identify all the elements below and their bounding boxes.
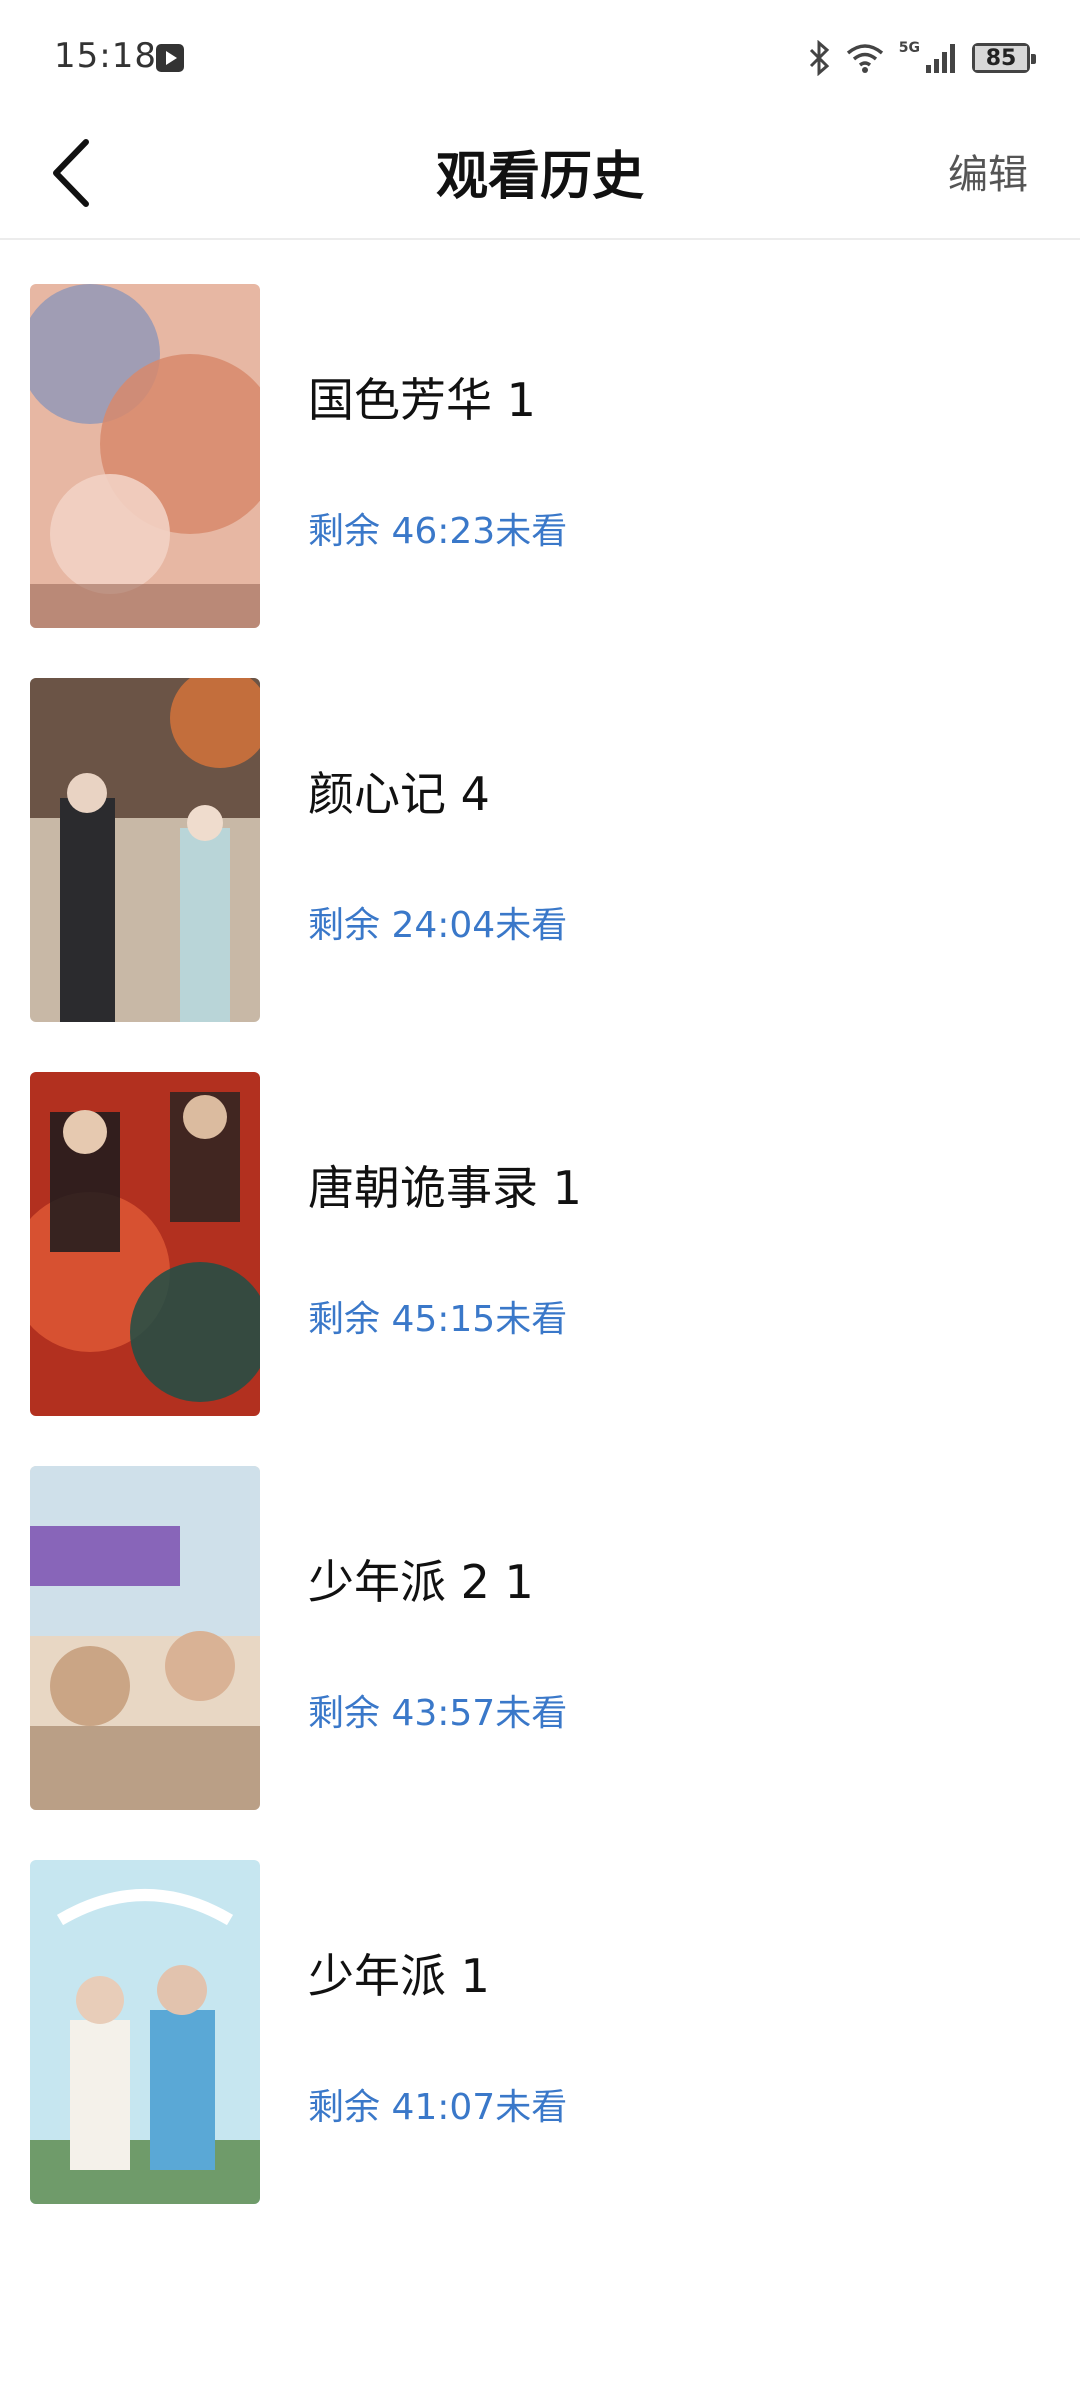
wifi-icon <box>846 44 883 73</box>
poster-image <box>30 678 260 1022</box>
item-progress: 剩余 46:23未看 <box>308 511 568 552</box>
poster-image <box>30 1072 260 1416</box>
header: 观看历史 编辑 <box>0 110 1080 240</box>
edit-button[interactable]: 编辑 <box>948 142 1028 200</box>
history-item[interactable]: 少年派 2 1 剩余 43:57未看 <box>0 1424 1080 1818</box>
item-progress: 剩余 24:04未看 <box>308 905 568 946</box>
media-play-icon <box>156 44 184 72</box>
item-title: 国色芳华 1 <box>308 373 536 427</box>
poster-image <box>30 1466 260 1810</box>
item-title: 唐朝诡事录 1 <box>308 1161 582 1215</box>
item-title: 颜心记 4 <box>308 767 490 821</box>
history-item[interactable]: 少年派 1 剩余 41:07未看 <box>0 1818 1080 2212</box>
battery-icon: 85 <box>972 43 1036 73</box>
battery-level: 85 <box>975 46 1027 71</box>
history-item[interactable]: 唐朝诡事录 1 剩余 45:15未看 <box>0 1030 1080 1424</box>
item-title: 少年派 1 <box>308 1949 490 2003</box>
bluetooth-icon <box>809 40 829 76</box>
page-title: 观看历史 <box>435 147 644 207</box>
item-progress: 剩余 41:07未看 <box>308 2087 568 2128</box>
item-title: 少年派 2 1 <box>308 1555 534 1609</box>
history-item[interactable]: 国色芳华 1 剩余 46:23未看 <box>0 242 1080 636</box>
poster-image <box>30 284 260 628</box>
status-icons: 5G 85 <box>807 38 1036 78</box>
status-time: 15:18 <box>54 36 157 76</box>
history-item[interactable]: 颜心记 4 剩余 24:04未看 <box>0 636 1080 1030</box>
network-type: 5G <box>898 40 920 56</box>
signal-icon <box>926 44 955 73</box>
item-progress: 剩余 43:57未看 <box>308 1693 568 1734</box>
status-bar: 15:18 5G 85 <box>0 0 1080 110</box>
item-progress: 剩余 45:15未看 <box>308 1299 568 1340</box>
poster-image <box>30 1860 260 2204</box>
